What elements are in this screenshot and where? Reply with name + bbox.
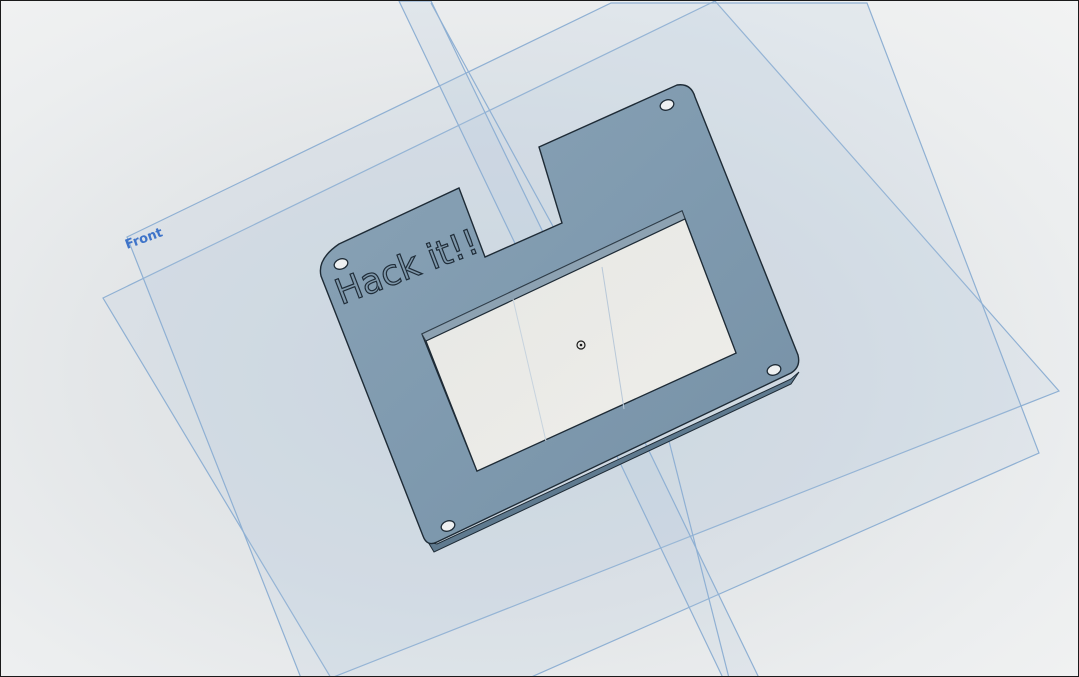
model-scene[interactable]: Front Hack it!!: [1, 1, 1079, 677]
3d-viewport[interactable]: Front Hack it!!: [0, 0, 1079, 677]
